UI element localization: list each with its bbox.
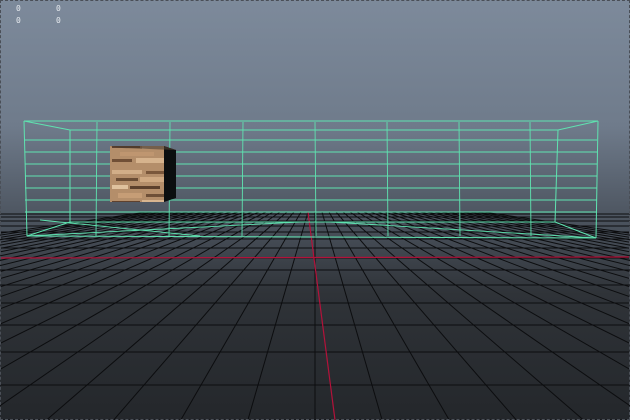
wireframe-edge [23, 120, 28, 237]
grid-line [328, 211, 450, 420]
grid-line [426, 211, 630, 257]
grid-line [0, 211, 267, 345]
wireframe-edge [595, 120, 599, 239]
grid-line [0, 211, 204, 257]
grid-line [0, 211, 232, 280]
grid-line [0, 211, 225, 273]
grid-line [247, 211, 309, 420]
perspective-viewport[interactable]: 0 0 0 0 [0, 0, 630, 420]
textured-cube-side-face [164, 146, 176, 202]
heads-up-display: 0 0 0 0 [16, 4, 68, 26]
grid-line [335, 211, 517, 420]
hud-value: 0 [56, 4, 61, 13]
grid-line [0, 211, 190, 249]
grid-line [113, 211, 295, 420]
textured-cube[interactable] [110, 146, 176, 202]
wireframe-edge [23, 120, 71, 131]
grid-line [0, 211, 253, 310]
grid-line [405, 211, 630, 273]
scene-canvas[interactable] [0, 0, 630, 420]
grid-line [0, 211, 155, 236]
grid-line [377, 211, 630, 310]
ground-grid [0, 211, 630, 420]
wireframe-edge [26, 221, 301, 237]
textured-cube-front-face [110, 146, 164, 202]
hud-value: 0 [56, 16, 61, 25]
hud-value: 0 [16, 4, 21, 13]
grid-line [180, 211, 302, 420]
grid-line [475, 211, 630, 236]
grid-line [440, 211, 630, 249]
grid-line [363, 211, 630, 345]
grid-line [398, 211, 630, 280]
wireframe-edge [557, 120, 599, 131]
hud-value: 0 [16, 16, 21, 25]
